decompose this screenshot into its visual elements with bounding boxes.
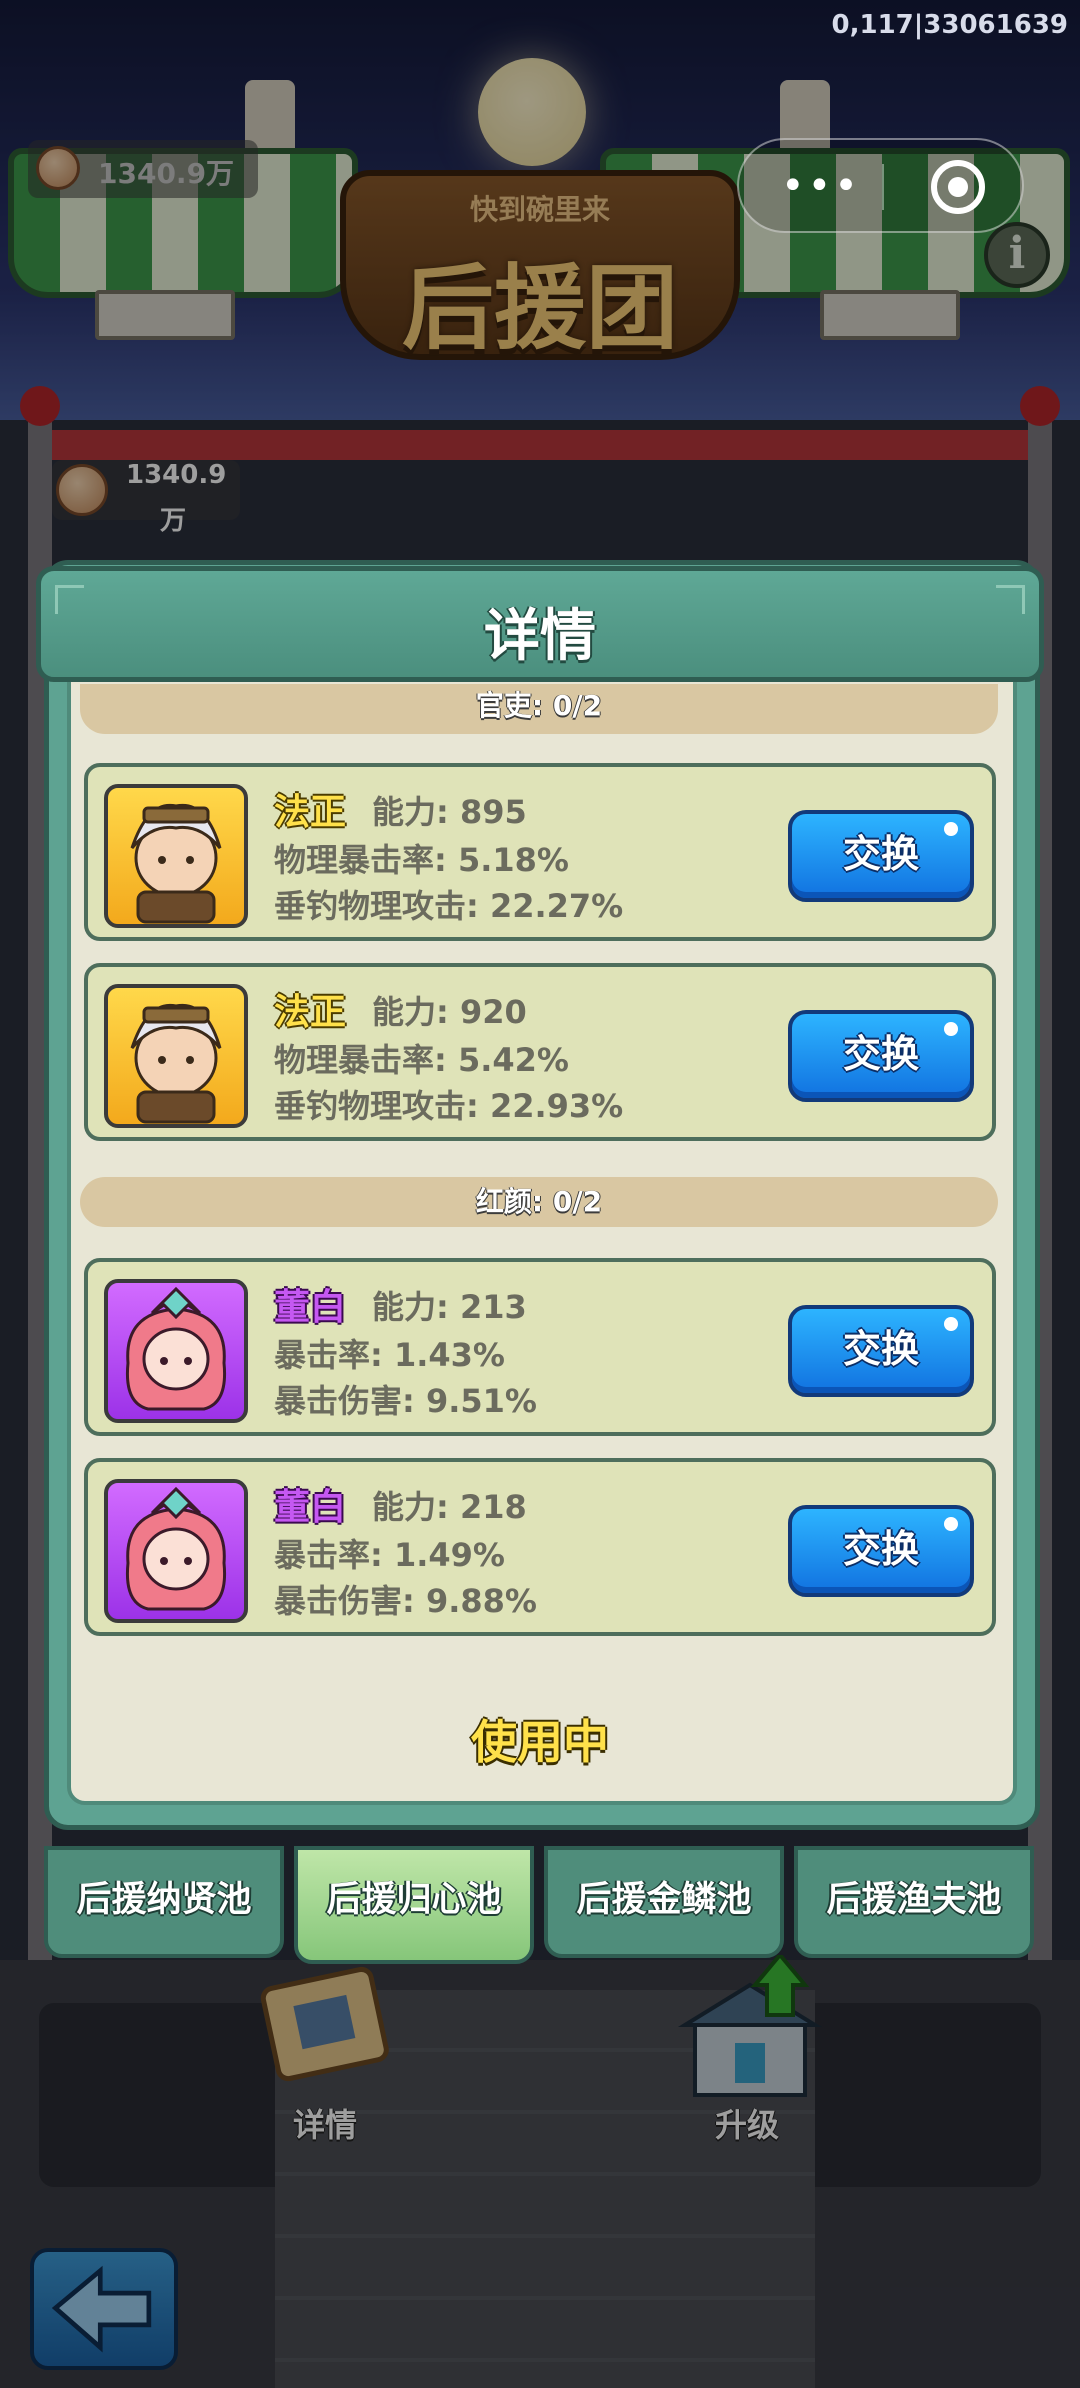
hero-portrait: [104, 784, 248, 928]
hero-stat-2: 暴击伤害: 9.51%: [274, 1382, 537, 1420]
capsule-divider: [882, 164, 884, 210]
hero-stat-1: 暴击率: 1.49%: [274, 1536, 505, 1574]
swap-button[interactable]: 交换: [788, 810, 974, 902]
hero-avatar-icon: [130, 803, 222, 924]
hero-avatar-icon: [130, 1003, 222, 1124]
hero-avatar-icon: [125, 1286, 227, 1411]
hero-name: 董白: [274, 1287, 347, 1328]
hero-stat-2: 垂钓物理攻击: 22.93%: [274, 1087, 624, 1125]
hero-portrait: [104, 1279, 248, 1423]
hero-name: 法正: [274, 992, 347, 1033]
swap-button[interactable]: 交换: [788, 1505, 974, 1597]
hero-portrait: [104, 1479, 248, 1623]
hero-power: 能力: 213: [372, 1288, 527, 1326]
swap-button[interactable]: 交换: [788, 1305, 974, 1397]
more-icon[interactable]: •••: [781, 162, 861, 210]
tab-pool-4[interactable]: 后援渔夫池: [794, 1846, 1034, 1958]
hero-portrait: [104, 984, 248, 1128]
tab-pool-3[interactable]: 后援金鳞池: [544, 1846, 784, 1958]
section-header-officials: 官吏: 0/2: [80, 684, 998, 734]
hero-avatar-icon: [125, 1486, 227, 1611]
tab-pool-2[interactable]: 后援归心池: [294, 1846, 534, 1964]
hero-stat-2: 暴击伤害: 9.88%: [274, 1582, 537, 1620]
modal-header: 详情: [36, 566, 1044, 682]
tab-pool-1[interactable]: 后援纳贤池: [44, 1846, 284, 1958]
swap-button[interactable]: 交换: [788, 1010, 974, 1102]
hero-power: 能力: 218: [372, 1488, 527, 1526]
modal-title: 详情: [484, 604, 596, 669]
debug-coordinate: 0,117|33061639: [831, 10, 1068, 40]
hero-card: 董白 能力: 218 暴击率: 1.49% 暴击伤害: 9.88% 交换: [84, 1458, 996, 1636]
mini-program-capsule: •••: [737, 138, 1024, 233]
hero-name: 董白: [274, 1487, 347, 1528]
section-header-beauties: 红颜: 0/2: [80, 1177, 998, 1227]
hero-name: 法正: [274, 792, 347, 833]
hero-stat-2: 垂钓物理攻击: 22.27%: [274, 887, 624, 925]
in-use-status: 使用中: [471, 1715, 609, 1769]
hero-stat-1: 物理暴击率: 5.18%: [274, 841, 569, 879]
hero-card: 法正 能力: 920 物理暴击率: 5.42% 垂钓物理攻击: 22.93% 交…: [84, 963, 996, 1141]
hero-stat-1: 暴击率: 1.43%: [274, 1336, 505, 1374]
hero-card: 法正 能力: 895 物理暴击率: 5.18% 垂钓物理攻击: 22.27% 交…: [84, 763, 996, 941]
hero-stat-1: 物理暴击率: 5.42%: [274, 1041, 569, 1079]
close-target-icon[interactable]: [931, 160, 985, 214]
hero-power: 能力: 895: [372, 793, 527, 831]
hero-power: 能力: 920: [372, 993, 527, 1031]
hero-card: 董白 能力: 213 暴击率: 1.43% 暴击伤害: 9.51% 交换: [84, 1258, 996, 1436]
